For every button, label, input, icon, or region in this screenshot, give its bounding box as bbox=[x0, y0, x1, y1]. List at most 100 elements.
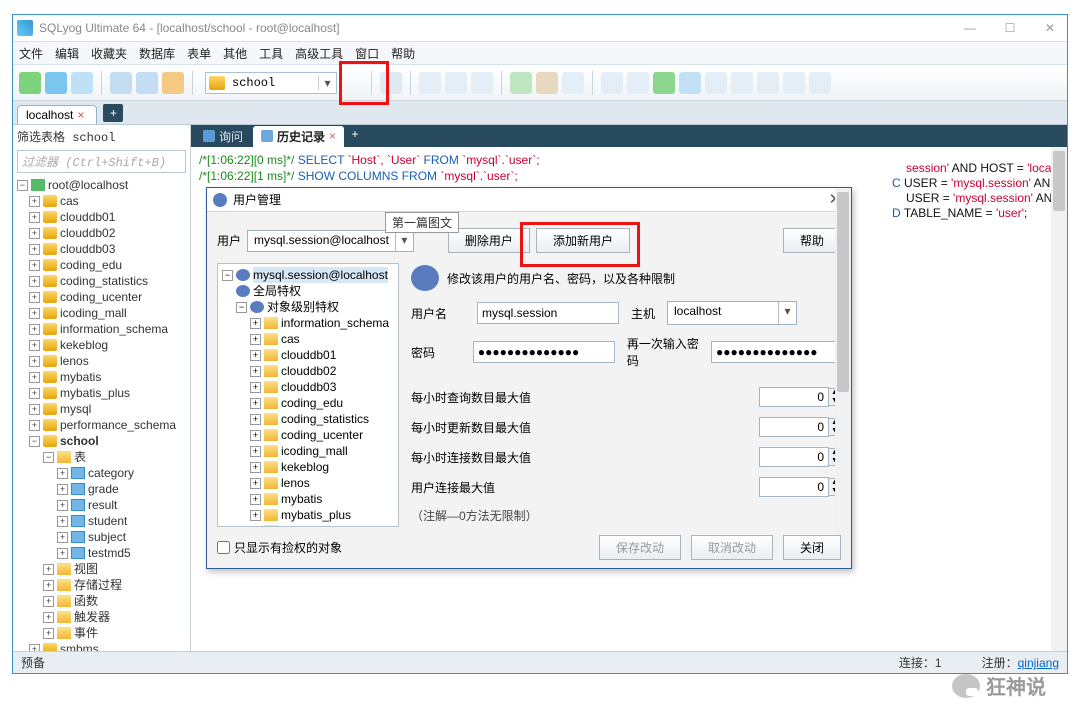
priv-db-node[interactable]: +clouddb03 bbox=[220, 379, 396, 395]
filter-input[interactable]: 过滤器 (Ctrl+Shift+B) bbox=[17, 150, 186, 173]
tool-icon-k[interactable] bbox=[705, 72, 727, 94]
db-node[interactable]: +mybatis_plus bbox=[15, 385, 190, 401]
database-selector[interactable]: school ▾ bbox=[205, 72, 337, 94]
db-node[interactable]: +coding_ucenter bbox=[15, 289, 190, 305]
add-connection-button[interactable]: + bbox=[103, 104, 123, 122]
db-node[interactable]: +coding_edu bbox=[15, 257, 190, 273]
save-button[interactable]: 保存改动 bbox=[599, 535, 681, 560]
menu-table[interactable]: 表单 bbox=[187, 45, 211, 62]
db-node[interactable]: +clouddb01 bbox=[15, 209, 190, 225]
priv-db-node[interactable]: +cas bbox=[220, 331, 396, 347]
new-conn-icon[interactable] bbox=[19, 72, 41, 94]
tool-icon-i[interactable] bbox=[653, 72, 675, 94]
table-node[interactable]: +student bbox=[15, 513, 190, 529]
show-privileged-checkbox[interactable]: 只显示有捡权的对象 bbox=[217, 539, 342, 556]
chevron-down-icon[interactable]: ▾ bbox=[318, 76, 336, 90]
db-school[interactable]: school bbox=[60, 433, 99, 449]
open-icon[interactable] bbox=[45, 72, 67, 94]
db-node[interactable]: +lenos bbox=[15, 353, 190, 369]
folder-node[interactable]: +函数 bbox=[15, 593, 190, 609]
menu-help[interactable]: 帮助 bbox=[391, 45, 415, 62]
folder-node[interactable]: +视图 bbox=[15, 561, 190, 577]
db-node[interactable]: +clouddb03 bbox=[15, 241, 190, 257]
limit-userconn-input[interactable]: 0▲▼ bbox=[759, 477, 841, 497]
menu-adv-tools[interactable]: 高级工具 bbox=[295, 45, 343, 62]
password-input[interactable] bbox=[473, 341, 615, 363]
save-icon[interactable] bbox=[71, 72, 93, 94]
tool-icon-o[interactable] bbox=[809, 72, 831, 94]
tool-icon-e[interactable] bbox=[536, 72, 558, 94]
server-node[interactable]: root@localhost bbox=[48, 177, 128, 193]
cancel-button[interactable]: 取消改动 bbox=[691, 535, 773, 560]
tool-icon-m[interactable] bbox=[757, 72, 779, 94]
priv-global[interactable]: 全局特权 bbox=[253, 283, 301, 299]
priv-db-node[interactable]: +clouddb01 bbox=[220, 347, 396, 363]
tab-query[interactable]: 询问 bbox=[195, 126, 251, 147]
tool-icon-j[interactable] bbox=[679, 72, 701, 94]
editor-scrollbar[interactable] bbox=[1051, 147, 1067, 651]
menu-database[interactable]: 数据库 bbox=[139, 45, 175, 62]
menu-other[interactable]: 其他 bbox=[223, 45, 247, 62]
help-button[interactable]: 帮助 bbox=[783, 228, 841, 253]
db-node[interactable]: +kekeblog bbox=[15, 337, 190, 353]
priv-db-node[interactable]: +mybatis_plus bbox=[220, 507, 396, 523]
priv-db-node[interactable]: +lenos bbox=[220, 475, 396, 491]
menu-edit[interactable]: 编辑 bbox=[55, 45, 79, 62]
priv-db-node[interactable]: +clouddb02 bbox=[220, 363, 396, 379]
run-icon[interactable] bbox=[110, 72, 132, 94]
folder-node[interactable]: +事件 bbox=[15, 625, 190, 641]
menu-fav[interactable]: 收藏夹 bbox=[91, 45, 127, 62]
folder-node[interactable]: +存储过程 bbox=[15, 577, 190, 593]
tool-icon-c[interactable] bbox=[471, 72, 493, 94]
object-tree[interactable]: −root@localhost +cas+clouddb01+clouddb02… bbox=[13, 175, 190, 651]
priv-db-node[interactable]: +coding_ucenter bbox=[220, 427, 396, 443]
menu-tools[interactable]: 工具 bbox=[259, 45, 283, 62]
db-node[interactable]: +performance_schema bbox=[15, 417, 190, 433]
table-node[interactable]: +category bbox=[15, 465, 190, 481]
format-icon[interactable] bbox=[162, 72, 184, 94]
close-icon[interactable]: × bbox=[77, 108, 84, 122]
tool-icon-l[interactable] bbox=[731, 72, 753, 94]
table-node[interactable]: +testmd5 bbox=[15, 545, 190, 561]
connection-tab-localhost[interactable]: localhost × bbox=[17, 105, 97, 124]
password2-input[interactable] bbox=[711, 341, 841, 363]
tool-icon-g[interactable] bbox=[601, 72, 623, 94]
tool-icon-d[interactable] bbox=[510, 72, 532, 94]
priv-db-node[interactable]: +information_schema bbox=[220, 315, 396, 331]
tab-history[interactable]: 历史记录× bbox=[253, 126, 344, 147]
folder-node[interactable]: +触发器 bbox=[15, 609, 190, 625]
close-icon[interactable]: × bbox=[329, 129, 336, 143]
db-node[interactable]: +cas bbox=[15, 193, 190, 209]
db-node[interactable]: +information_schema bbox=[15, 321, 190, 337]
priv-db-node[interactable]: +icoding_mall bbox=[220, 443, 396, 459]
chevron-down-icon[interactable]: ▾ bbox=[395, 231, 413, 251]
minimize-button[interactable]: ― bbox=[957, 21, 983, 35]
limit-conn-input[interactable]: 0▲▼ bbox=[759, 447, 841, 467]
table-node[interactable]: +grade bbox=[15, 481, 190, 497]
priv-db-node[interactable]: +coding_edu bbox=[220, 395, 396, 411]
priv-db-node[interactable]: +coding_statistics bbox=[220, 411, 396, 427]
db-node[interactable]: +coding_statistics bbox=[15, 273, 190, 289]
db-node[interactable]: +smbms bbox=[15, 641, 190, 651]
db-node[interactable]: +icoding_mall bbox=[15, 305, 190, 321]
tool-icon-n[interactable] bbox=[783, 72, 805, 94]
db-node[interactable]: +clouddb02 bbox=[15, 225, 190, 241]
maximize-button[interactable]: ☐ bbox=[997, 21, 1023, 35]
tables-folder[interactable]: 表 bbox=[74, 449, 86, 465]
tool-icon-b[interactable] bbox=[445, 72, 467, 94]
tool-icon-f[interactable] bbox=[562, 72, 584, 94]
add-user-button[interactable]: 添加新用户 bbox=[536, 228, 630, 253]
delete-user-button[interactable]: 删除用户 bbox=[448, 228, 530, 253]
priv-object[interactable]: 对象级别特权 bbox=[267, 299, 339, 315]
run-all-icon[interactable] bbox=[136, 72, 158, 94]
tool-icon-h[interactable] bbox=[627, 72, 649, 94]
privilege-tree[interactable]: −mysql.session@localhost 全局特权 −对象级别特权 +i… bbox=[217, 263, 399, 527]
db-node[interactable]: +mybatis bbox=[15, 369, 190, 385]
db-node[interactable]: +mysql bbox=[15, 401, 190, 417]
add-tab-button[interactable]: + bbox=[346, 127, 364, 145]
priv-db-node[interactable]: +mysql bbox=[220, 523, 396, 527]
username-input[interactable] bbox=[477, 302, 619, 324]
limit-updates-input[interactable]: 0▲▼ bbox=[759, 417, 841, 437]
priv-root[interactable]: mysql.session@localhost bbox=[253, 267, 388, 283]
table-node[interactable]: +result bbox=[15, 497, 190, 513]
